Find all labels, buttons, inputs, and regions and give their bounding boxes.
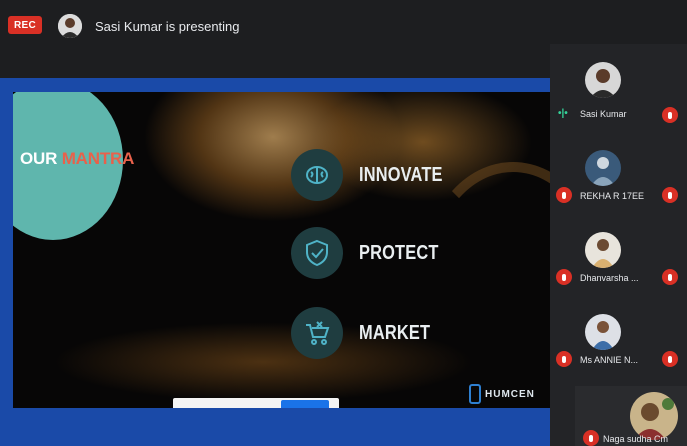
avatar: [585, 314, 621, 350]
avatar: [630, 392, 678, 440]
shield-check-icon: [291, 227, 343, 279]
item-label-market: MARKET: [359, 321, 431, 344]
mantra-heading: OUR MANTRA: [20, 149, 134, 169]
screen-share-bar: [173, 398, 339, 408]
top-bar: REC Sasi Kumar is presenting: [0, 0, 687, 44]
participant-tile[interactable]: Dhanvarsha ...: [550, 218, 687, 300]
participant-name: REKHA R 17EE: [580, 191, 645, 201]
mic-muted-icon: [662, 269, 678, 285]
recording-badge: REC: [8, 16, 42, 34]
participant-name: Dhanvarsha ...: [580, 273, 639, 283]
participant-tile[interactable]: Ms ANNIE N...: [550, 300, 687, 382]
mantra-item-protect: PROTECT: [291, 227, 456, 279]
mic-muted-icon: [662, 107, 678, 123]
cart-icon: [291, 307, 343, 359]
mantra-item-market: MARKET: [291, 307, 446, 359]
avatar: [585, 150, 621, 186]
mic-muted-icon: [662, 187, 678, 203]
stop-sharing-button[interactable]: [281, 400, 329, 408]
mic-muted-icon: [556, 187, 572, 203]
mic-muted-icon: [556, 351, 572, 367]
mic-muted-icon: [556, 269, 572, 285]
mantra-item-innovate: INNOVATE: [291, 149, 461, 201]
brain-icon: [291, 149, 343, 201]
participant-tile[interactable]: •|• Sasi Kumar: [550, 54, 687, 136]
participant-tile[interactable]: REKHA R 17EE: [550, 136, 687, 218]
shared-screen: OUR MANTRA INNOVATE PROTECT MARKET HUMCE…: [13, 92, 550, 408]
mantra-word-mantra: MANTRA: [61, 149, 135, 168]
item-label-protect: PROTECT: [359, 241, 439, 264]
speaking-indicator-icon: •|•: [558, 108, 568, 119]
mic-muted-icon: [583, 430, 599, 446]
meeting-window: REC Sasi Kumar is presenting OUR MANTRA: [0, 0, 687, 446]
logo-text: HUMCEN: [485, 388, 535, 400]
participant-name: Naga sudha Cm: [603, 434, 669, 444]
mantra-word-our: OUR: [20, 149, 62, 168]
company-logo: HUMCEN: [469, 384, 535, 404]
participant-name: Sasi Kumar: [580, 109, 627, 119]
logo-mark-icon: [469, 384, 481, 404]
avatar: [585, 62, 621, 98]
participant-name: Ms ANNIE N...: [580, 355, 639, 365]
mic-muted-icon: [662, 351, 678, 367]
presenter-avatar: [58, 14, 82, 38]
item-label-innovate: INNOVATE: [359, 163, 443, 186]
presenting-status: Sasi Kumar is presenting: [95, 19, 240, 34]
avatar: [585, 232, 621, 268]
participant-tile[interactable]: Naga sudha Cm: [575, 386, 687, 446]
